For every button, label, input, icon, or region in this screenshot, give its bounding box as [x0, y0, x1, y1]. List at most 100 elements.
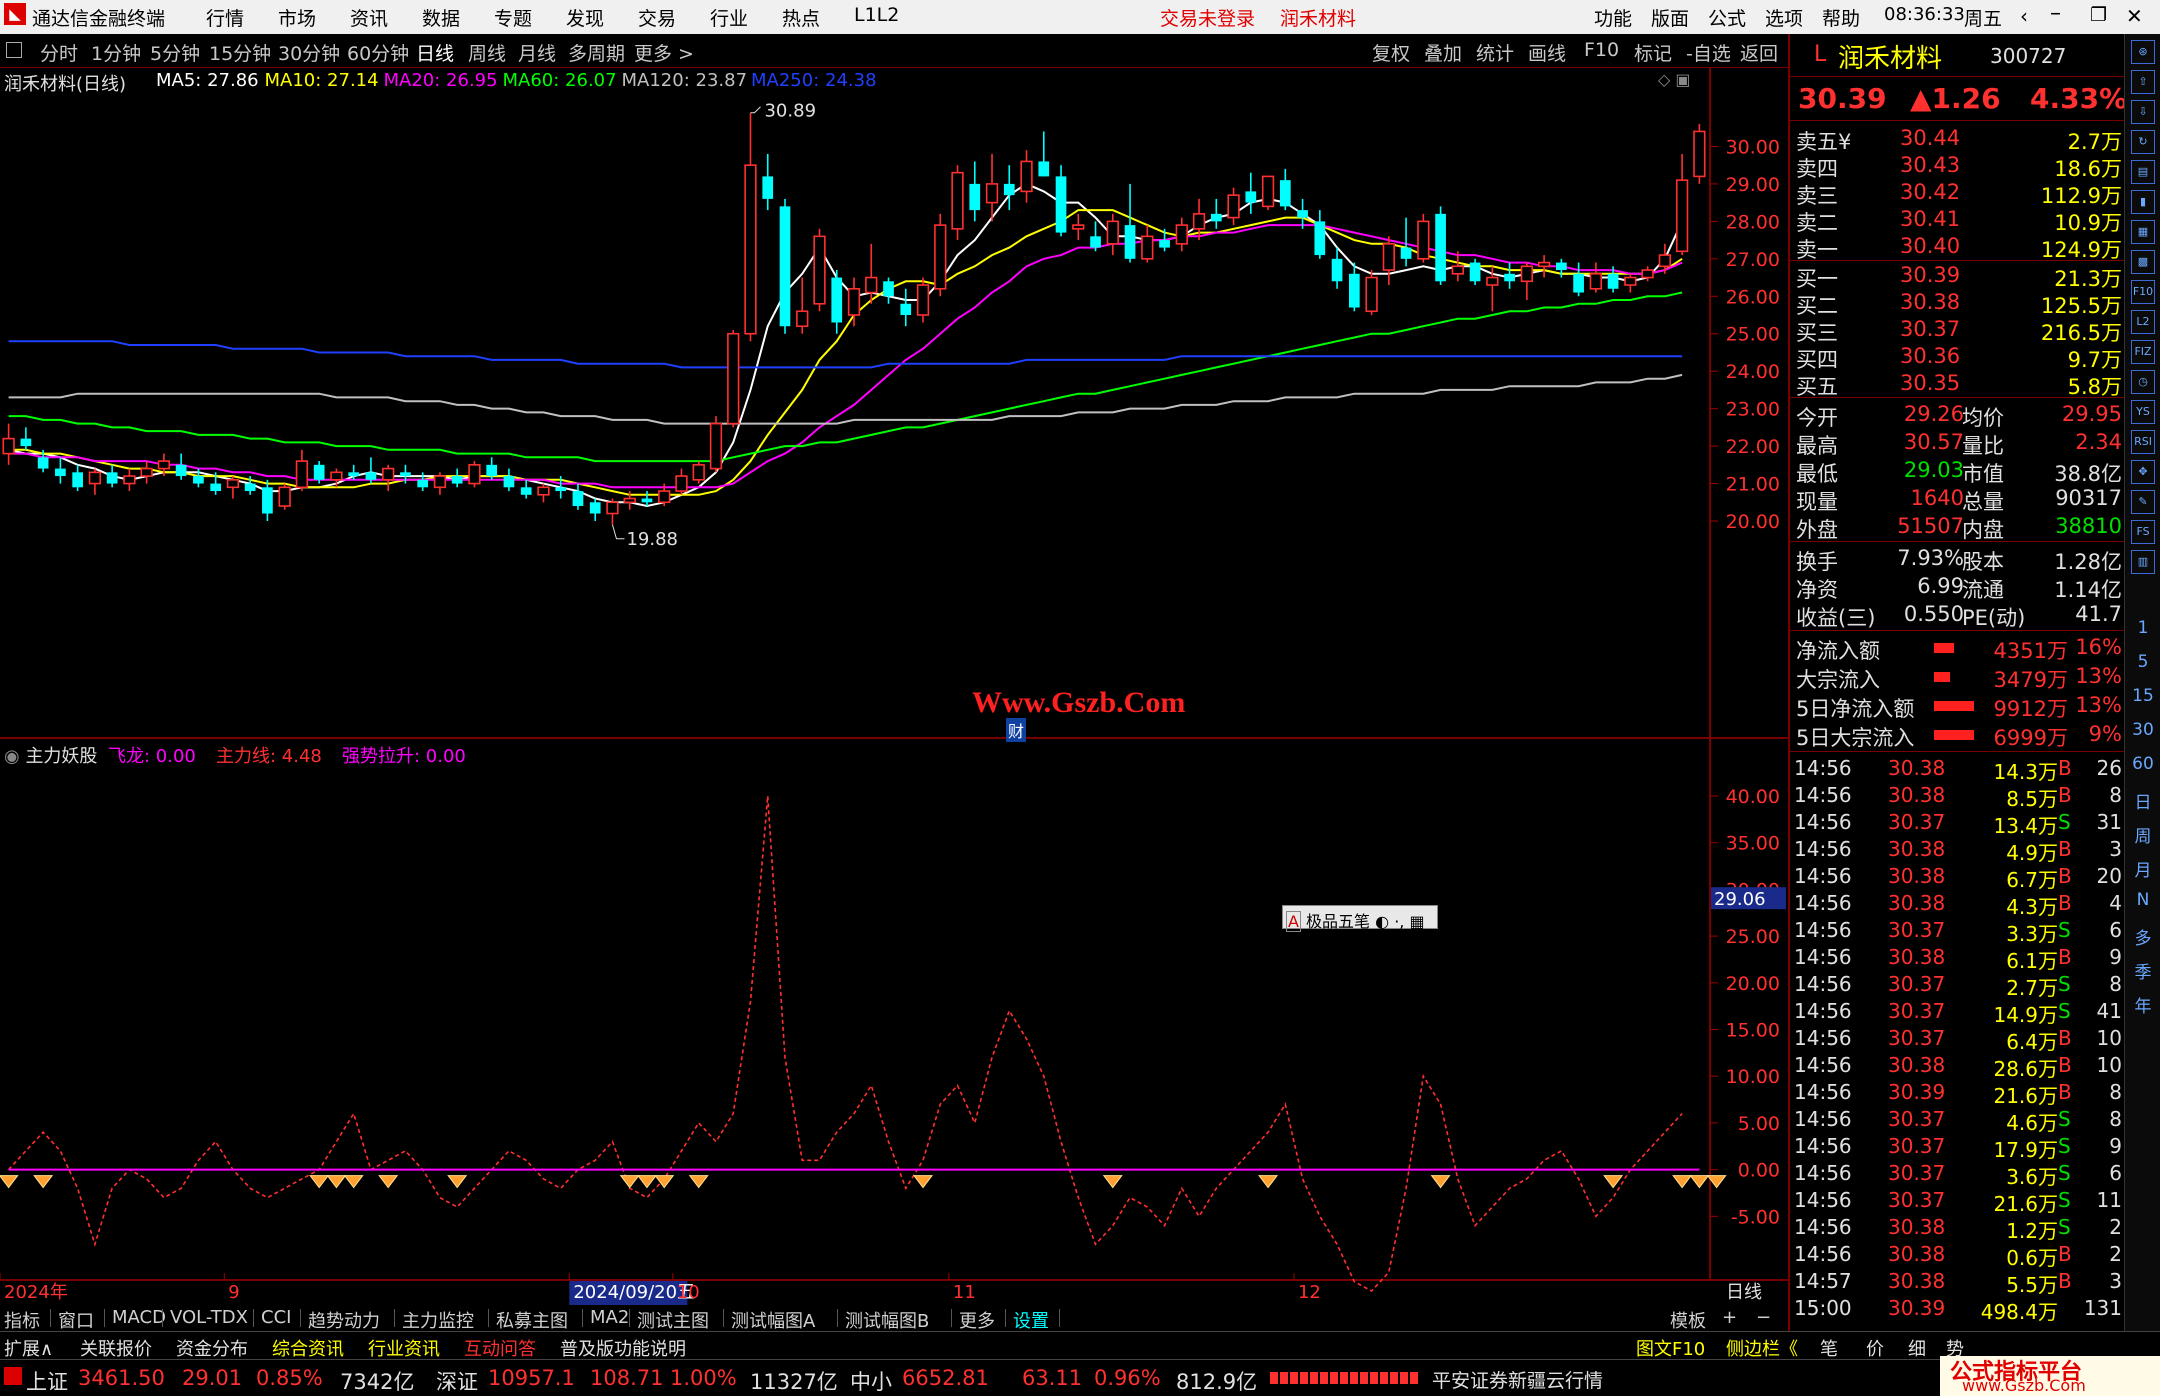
ys-icon[interactable]: YS: [2131, 400, 2155, 424]
ime-a-icon[interactable]: A: [1286, 911, 1301, 932]
close-icon[interactable]: ✕: [2126, 4, 2143, 28]
kline-icon[interactable]: ▮: [2131, 190, 2155, 214]
side-tab-4[interactable]: 细: [1908, 1335, 1926, 1361]
indicator-tab-10[interactable]: 测试幅图A: [731, 1307, 815, 1333]
indicator-tab-9[interactable]: 测试主图: [637, 1307, 709, 1333]
indicator-tab-6[interactable]: 主力监控: [402, 1307, 474, 1333]
menu-item-shichang[interactable]: 市场: [278, 4, 316, 31]
period-shortcut-3[interactable]: 30: [2129, 720, 2157, 748]
period-shortcut-1[interactable]: 5: [2129, 652, 2157, 680]
menu-item-shuju[interactable]: 数据: [422, 4, 460, 31]
fanhui-button[interactable]: 返回: [1740, 39, 1778, 66]
list-icon[interactable]: ▤: [2131, 160, 2155, 184]
fund-icon[interactable]: ⊛: [2131, 40, 2155, 64]
restore-icon[interactable]: ❐: [2090, 4, 2107, 26]
period-shortcut-10[interactable]: 季: [2129, 958, 2157, 986]
ime-moon-icon[interactable]: ◐ ·, ▦: [1375, 912, 1424, 931]
extension-tab-0[interactable]: 扩展∧: [4, 1335, 53, 1361]
kline-chart[interactable]: 30.00 29.00 28.00 27.00 26.00 25.00 24.00 23.00…: [0, 68, 1788, 1308]
order-row-ask[interactable]: 卖一 30.40 124.9万: [1792, 232, 2126, 262]
menu-item-l1l2[interactable]: L1L2: [854, 4, 899, 26]
side-tab-1[interactable]: 侧边栏《: [1726, 1335, 1798, 1361]
order-row-bid[interactable]: 买二 30.38 125.5万: [1792, 288, 2126, 318]
rsi-icon[interactable]: RSI: [2131, 430, 2155, 454]
indicator-tab-13[interactable]: 设置: [1013, 1307, 1049, 1333]
menu-item-xuanxiang[interactable]: 选项: [1765, 4, 1803, 31]
menu-item-bangzhu[interactable]: 帮助: [1822, 4, 1860, 31]
ime-toolbar[interactable]: A 极品五笔 ◐ ·, ▦: [1282, 905, 1438, 932]
period-shortcut-2[interactable]: 15: [2129, 686, 2157, 714]
period-15min[interactable]: 15分钟: [209, 39, 271, 66]
menu-item-jiaoyi[interactable]: 交易: [638, 4, 676, 31]
chart-option-icon[interactable]: ◇ ▣: [1658, 70, 1691, 89]
diejia-button[interactable]: 叠加: [1424, 39, 1462, 66]
indicator-tab-11[interactable]: 测试幅图B: [845, 1307, 929, 1333]
indicator-tab-7[interactable]: 私募主图: [496, 1307, 568, 1333]
fence-icon[interactable]: ▩: [2131, 250, 2155, 274]
zixuan-button[interactable]: -自选: [1686, 39, 1731, 66]
side-tab-3[interactable]: 价: [1866, 1335, 1884, 1361]
order-row-bid[interactable]: 买五 30.35 5.8万: [1792, 369, 2126, 399]
chart-area[interactable]: 30.00 29.00 28.00 27.00 26.00 25.00 24.00 23.00…: [0, 68, 1788, 1305]
login-status[interactable]: 交易未登录: [1160, 4, 1255, 31]
period-30min[interactable]: 30分钟: [278, 39, 340, 66]
period-shortcut-4[interactable]: 60: [2129, 754, 2157, 782]
menu-item-zhuanti[interactable]: 专题: [494, 4, 532, 31]
fuquan-button[interactable]: 复权: [1372, 39, 1410, 66]
biaoji-button[interactable]: 标记: [1634, 39, 1672, 66]
pen-icon[interactable]: ✎: [2131, 490, 2155, 514]
indicator-tab-5[interactable]: 趋势动力: [308, 1307, 380, 1333]
fiz-icon[interactable]: FIZ: [2131, 340, 2155, 364]
add-tab-button[interactable]: +: [1722, 1307, 1737, 1328]
period-60min[interactable]: 60分钟: [347, 39, 409, 66]
indicator-tab-4[interactable]: CCI: [261, 1307, 291, 1328]
menu-item-redian[interactable]: 热点: [782, 4, 820, 31]
order-row-bid[interactable]: 买三 30.37 216.5万: [1792, 315, 2126, 345]
back-arrow-icon[interactable]: ‹: [2020, 4, 2028, 28]
extension-tab-5[interactable]: 互动问答: [464, 1335, 536, 1361]
template-button[interactable]: 模板: [1670, 1307, 1706, 1333]
period-shortcut-0[interactable]: 1: [2129, 618, 2157, 646]
extension-tab-4[interactable]: 行业资讯: [368, 1335, 440, 1361]
menu-item-gongshi[interactable]: 公式: [1708, 4, 1746, 31]
indicator-tab-8[interactable]: MA2: [590, 1307, 629, 1328]
side-tab-2[interactable]: 笔: [1820, 1335, 1838, 1361]
chart-icon[interactable]: ▥: [2131, 550, 2155, 574]
index-sh-name[interactable]: 上证: [26, 1366, 68, 1396]
period-multi[interactable]: 多周期: [568, 39, 625, 66]
order-row-bid[interactable]: 买四 30.36 9.7万: [1792, 342, 2126, 372]
period-shortcut-6[interactable]: 周: [2129, 822, 2157, 850]
extension-tab-2[interactable]: 资金分布: [176, 1335, 248, 1361]
clock-icon[interactable]: ◷: [2131, 370, 2155, 394]
extension-tab-3[interactable]: 综合资讯: [272, 1335, 344, 1361]
menu-item-hangye[interactable]: 行业: [710, 4, 748, 31]
order-row-ask[interactable]: 卖四 30.43 18.6万: [1792, 151, 2126, 181]
period-daily[interactable]: 日线: [416, 39, 454, 66]
period-more[interactable]: 更多 >: [634, 39, 694, 66]
indicator-tab-12[interactable]: 更多: [959, 1307, 995, 1333]
tongji-button[interactable]: 统计: [1476, 39, 1514, 66]
down-icon[interactable]: ⇩: [2131, 100, 2155, 124]
menu-item-banmian[interactable]: 版面: [1651, 4, 1689, 31]
menu-item-gongneng[interactable]: 功能: [1594, 4, 1632, 31]
period-fenshi[interactable]: 分时: [40, 39, 78, 66]
order-row-ask[interactable]: 卖五¥ 30.44 2.7万: [1792, 124, 2126, 154]
cai-badge[interactable]: 财: [1006, 718, 1027, 742]
period-1min[interactable]: 1分钟: [91, 39, 141, 66]
index-sz-name[interactable]: 深证: [436, 1366, 478, 1396]
minimize-icon[interactable]: –: [2050, 1, 2061, 26]
period-shortcut-11[interactable]: 年: [2129, 992, 2157, 1020]
toggle-panel-icon[interactable]: [6, 42, 22, 58]
period-shortcut-8[interactable]: N: [2129, 890, 2157, 918]
l2-icon[interactable]: L2: [2131, 310, 2155, 334]
period-shortcut-7[interactable]: 月: [2129, 856, 2157, 884]
indicator-tab-2[interactable]: MACD: [112, 1307, 166, 1328]
f10-icon[interactable]: F10: [2131, 280, 2155, 304]
extension-tab-6[interactable]: 普及版功能说明: [560, 1335, 686, 1361]
indicator-tab-3[interactable]: VOL-TDX: [170, 1307, 248, 1328]
order-row-ask[interactable]: 卖三 30.42 112.9万: [1792, 178, 2126, 208]
index-zx-name[interactable]: 中小: [850, 1366, 892, 1396]
order-row-bid[interactable]: 买一 30.39 21.3万: [1792, 261, 2126, 291]
menu-item-hangqing[interactable]: 行情: [206, 4, 244, 31]
menu-item-zixun[interactable]: 资讯: [350, 4, 388, 31]
